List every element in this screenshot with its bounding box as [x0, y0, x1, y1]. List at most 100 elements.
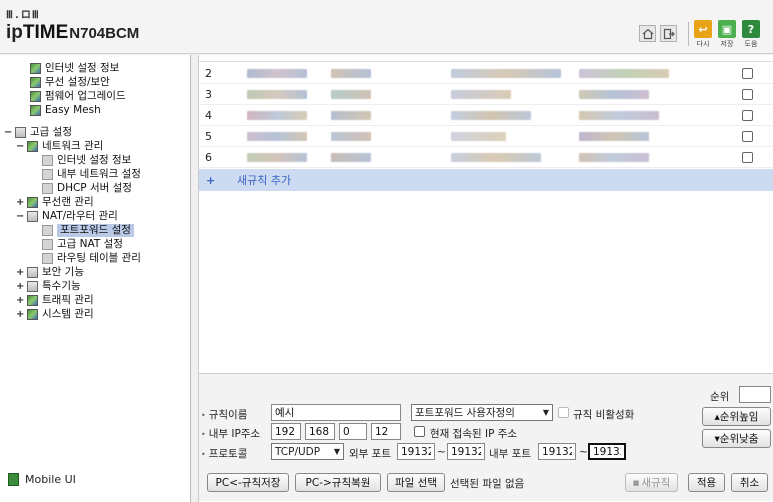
rule-number: 5 [205, 129, 212, 143]
table-row[interactable]: 6 [199, 147, 773, 168]
no-file-label: 선택된 파일 없음 [450, 478, 525, 490]
restore-rules-from-pc-button[interactable]: PC->규칙복원 [295, 473, 381, 492]
sidebar-item-network[interactable]: − 네트워크 관리 [16, 140, 103, 153]
apply-button[interactable]: 적용 [688, 473, 725, 492]
table-row[interactable]: 5 [199, 126, 773, 147]
sidebar-item-label: 고급 설정 [30, 126, 72, 138]
save-tool[interactable]: ▣ 저장 [716, 20, 738, 49]
sidebar-item-wireless-security[interactable]: 무선 설정/보안 [30, 76, 110, 89]
network-icon [27, 141, 38, 152]
table-header-strip [199, 55, 773, 62]
priority-input[interactable] [739, 386, 771, 403]
sidebar-item-label: DHCP 서버 설정 [57, 182, 132, 194]
current-ip-label: 현재 접속된 IP 주소 [430, 428, 518, 440]
ip-octet-3[interactable] [339, 423, 367, 440]
range-separator: ~ [579, 446, 588, 458]
internal-port-from[interactable] [538, 443, 576, 460]
ip-octet-4[interactable] [371, 423, 401, 440]
expand-icon[interactable]: + [16, 280, 25, 293]
save-rules-to-pc-button[interactable]: PC<-규칙저장 [207, 473, 289, 492]
sidebar-item-nat[interactable]: − NAT/라우터 관리 [16, 210, 118, 223]
mobile-icon [8, 473, 19, 486]
help-tool[interactable]: ? 도움 [740, 20, 762, 49]
external-port-from[interactable] [397, 443, 435, 460]
sidebar-item-firmware[interactable]: 펌웨어 업그레이드 [30, 90, 126, 103]
preset-select[interactable]: 포트포워드 사용자정의 ▼ [411, 404, 553, 421]
expand-icon[interactable]: + [16, 294, 25, 307]
external-port-to[interactable] [447, 443, 485, 460]
collapse-icon[interactable]: − [16, 210, 25, 223]
cancel-button[interactable]: 취소 [731, 473, 768, 492]
expand-icon[interactable]: + [16, 196, 25, 209]
row-checkbox[interactable] [742, 88, 753, 100]
reload-tool[interactable]: ↩ 다시 [692, 20, 714, 49]
sidebar-item-advanced[interactable]: − 고급 설정 [4, 126, 72, 139]
add-rule-row[interactable]: + 새규칙 추가 [199, 169, 773, 191]
current-ip-checkbox[interactable] [414, 426, 425, 437]
sidebar-item-port-forward[interactable]: 포트포워드 설정 [42, 224, 134, 237]
sidebar-item-system[interactable]: + 시스템 관리 [16, 308, 94, 321]
priority-up-button[interactable]: ▴순위높임 [702, 407, 771, 426]
table-row[interactable]: 2 [199, 63, 773, 84]
sidebar-item-label: 네트워크 관리 [42, 140, 104, 152]
sidebar-item-easy-mesh[interactable]: Easy Mesh [30, 104, 101, 117]
expand-icon[interactable]: + [16, 308, 25, 321]
sidebar-item-label: 내부 네트워크 설정 [57, 168, 141, 180]
sidebar-item-lan-settings[interactable]: 내부 네트워크 설정 [42, 168, 141, 181]
row-checkbox[interactable] [742, 130, 753, 142]
sidebar-item-special[interactable]: + 특수기능 [16, 280, 81, 293]
table-row[interactable]: 4 [199, 105, 773, 126]
sidebar-item-label: 트래픽 관리 [42, 294, 94, 306]
router-icon [27, 211, 38, 222]
sidebar-item-advanced-nat[interactable]: 고급 NAT 설정 [42, 238, 123, 251]
new-rule-button[interactable]: ■ 새규칙 [625, 473, 678, 492]
wireless-icon [27, 197, 38, 208]
sidebar-item-label: 포트포워드 설정 [57, 224, 134, 237]
row-checkbox[interactable] [742, 151, 753, 163]
redacted-cell [579, 153, 649, 162]
ip-octet-1[interactable] [271, 423, 301, 440]
advanced-icon [15, 127, 26, 138]
protocol-select-value: TCP/UDP [275, 445, 321, 458]
redacted-cell [451, 153, 541, 162]
range-separator: ~ [437, 446, 446, 458]
help-label: 도움 [744, 40, 758, 48]
sidebar-item-label: NAT/라우터 관리 [42, 210, 118, 222]
sidebar-item-routing-table[interactable]: 라우팅 테이블 관리 [42, 252, 141, 265]
protocol-select[interactable]: TCP/UDP ▼ [271, 443, 344, 460]
row-checkbox[interactable] [742, 67, 753, 79]
home-button[interactable] [639, 25, 656, 42]
sidebar-item-dhcp[interactable]: DHCP 서버 설정 [42, 182, 132, 195]
sidebar-item-label: Easy Mesh [45, 104, 101, 116]
sidebar-item-label: 인터넷 설정 정보 [57, 154, 132, 166]
disable-rule-checkbox[interactable] [558, 407, 569, 418]
sidebar-item-internet-settings[interactable]: 인터넷 설정 정보 [42, 154, 131, 167]
redacted-cell [247, 90, 307, 99]
brand-ip: ip [6, 22, 23, 43]
sidebar-item-security[interactable]: + 보안 기능 [16, 266, 84, 279]
sidebar-item-label: 무선 설정/보안 [45, 76, 110, 88]
collapse-icon[interactable]: − [4, 126, 13, 139]
chevron-down-icon: ▼ [542, 408, 549, 417]
file-select-button[interactable]: 파일 선택 [387, 473, 445, 492]
sidebar-item-traffic[interactable]: + 트래픽 관리 [16, 294, 94, 307]
rule-name-input[interactable] [271, 404, 401, 421]
add-icon: + [206, 173, 216, 187]
redacted-cell [247, 153, 307, 162]
traffic-icon [27, 295, 38, 306]
mobile-ui-link[interactable]: Mobile UI [8, 473, 76, 486]
sidebar-item-wlan[interactable]: + 무선랜 관리 [16, 196, 94, 209]
internal-port-to[interactable] [588, 443, 626, 460]
collapse-icon[interactable]: − [16, 140, 25, 153]
sidebar-tree: 인터넷 설정 정보 무선 설정/보안 펌웨어 업그레이드 Easy Mesh −… [0, 55, 191, 502]
chevron-down-icon: ▼ [333, 447, 340, 456]
row-checkbox[interactable] [742, 109, 753, 121]
priority-down-button[interactable]: ▾순위낮춤 [702, 429, 771, 448]
internal-ip-label: 내부 IP주소 [201, 426, 260, 441]
logout-button[interactable] [660, 25, 677, 42]
redacted-cell [451, 90, 511, 99]
expand-icon[interactable]: + [16, 266, 25, 279]
table-row[interactable]: 3 [199, 84, 773, 105]
sidebar-item-internet-status[interactable]: 인터넷 설정 정보 [30, 62, 119, 75]
ip-octet-2[interactable] [305, 423, 335, 440]
